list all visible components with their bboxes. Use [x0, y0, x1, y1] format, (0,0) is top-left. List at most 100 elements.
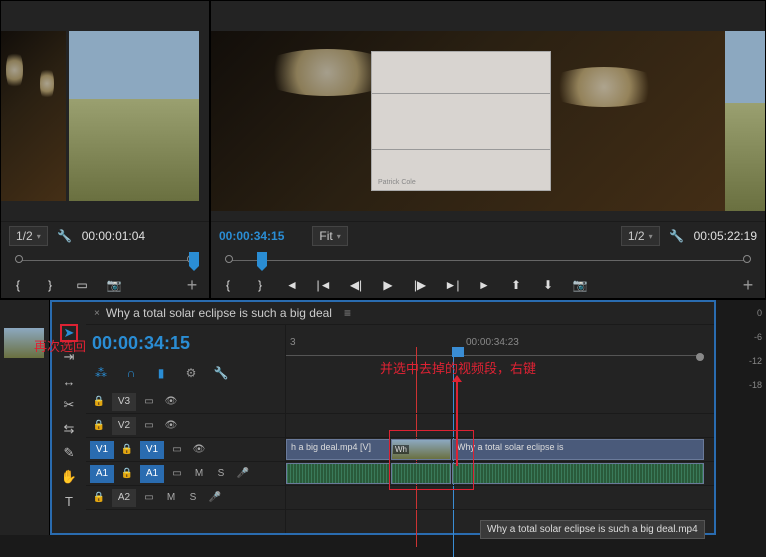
timeline-playhead[interactable] [452, 347, 464, 357]
step-forward-icon[interactable]: |▶ [411, 276, 429, 294]
voiceover-icon[interactable]: 🎤 [234, 468, 252, 479]
wrench-icon[interactable]: 🔧 [668, 227, 686, 245]
track-label[interactable]: A1 [140, 465, 164, 483]
pen-tool-icon[interactable]: ✎ [60, 444, 78, 462]
timeline-tc[interactable]: 00:00:34:15 [92, 331, 279, 362]
mark-in-icon[interactable]: { [9, 276, 27, 294]
lift-icon[interactable]: ⬆ [507, 276, 525, 294]
source-playhead[interactable] [189, 252, 199, 266]
settings-icon[interactable]: ⚙ [182, 364, 200, 382]
toggle-track-icon[interactable]: ▭ [140, 396, 158, 407]
track-target[interactable]: A1 [90, 465, 114, 483]
linked-selection-icon[interactable]: ∩ [122, 364, 140, 382]
next-marker-icon[interactable]: ► [475, 276, 493, 294]
program-tc-current[interactable]: 00:00:34:15 [219, 229, 284, 243]
track-target[interactable]: V1 [90, 441, 114, 459]
ruler-mark: 3 [290, 337, 296, 348]
toggle-track-icon[interactable]: ▭ [168, 444, 186, 455]
lock-icon[interactable]: 🔒 [90, 492, 108, 503]
lane-v1: h a big deal.mp4 [V] Wh Why a total sola… [286, 438, 714, 462]
snap-icon[interactable]: ⁂ [92, 364, 110, 382]
camera-icon[interactable]: 📷 [105, 276, 123, 294]
meter-label: -6 [754, 332, 762, 342]
ruler-mark: 00:00:34:23 [466, 337, 519, 348]
track-content[interactable]: h a big deal.mp4 [V] Wh Why a total sola… [286, 390, 714, 533]
program-zoom-dropdown[interactable]: 1/2 [621, 226, 660, 246]
timeline-end-marker[interactable] [696, 353, 704, 361]
add-icon[interactable]: + [739, 276, 757, 294]
video-clip[interactable]: Wh [391, 439, 451, 460]
eye-icon[interactable]: 👁 [162, 396, 180, 407]
mark-out-icon[interactable]: } [251, 276, 269, 294]
voiceover-icon[interactable]: 🎤 [206, 492, 224, 503]
lock-icon[interactable]: 🔒 [118, 468, 136, 479]
mute-button[interactable]: M [162, 492, 180, 503]
type-tool-icon[interactable]: T [60, 492, 78, 510]
source-tc-in[interactable]: 00:00:01:04 [82, 229, 145, 243]
track-label[interactable]: V3 [112, 393, 136, 411]
annotation-arrow [456, 376, 458, 466]
track-label[interactable]: V1 [140, 441, 164, 459]
solo-button[interactable]: S [212, 468, 230, 479]
mute-button[interactable]: M [190, 468, 208, 479]
add-icon[interactable]: + [183, 276, 201, 294]
source-monitor: 1/2 🔧 00:00:01:04 { } ▭ 📷 + [0, 0, 210, 299]
audio-clip[interactable] [286, 463, 390, 484]
program-transport: { } ◄ |◄ ◀| ▶ |▶ ►| ► ⬆ ⬇ 📷 + [211, 272, 765, 298]
toggle-track-icon[interactable]: ▭ [140, 420, 158, 431]
track-header-v3[interactable]: 🔒 V3 ▭ 👁 [86, 390, 285, 414]
toggle-track-icon[interactable]: ▭ [140, 492, 158, 503]
timeline-panel: ➤ ⇥ ↔ ✂ ⇆ ✎ ✋ T × Why a total solar ecli… [50, 300, 716, 535]
go-to-in-icon[interactable]: |◄ [315, 276, 333, 294]
program-fit-dropdown[interactable]: Fit [312, 226, 347, 246]
source-viewer[interactable] [1, 1, 209, 221]
program-viewer[interactable]: Patrick Cole [211, 1, 765, 221]
video-clip[interactable]: h a big deal.mp4 [V] [286, 439, 390, 460]
play-icon[interactable]: ▶ [379, 276, 397, 294]
hand-tool-icon[interactable]: ✋ [60, 468, 78, 486]
program-playhead[interactable] [257, 252, 267, 266]
solo-button[interactable]: S [184, 492, 202, 503]
sequence-tab[interactable]: × Why a total solar eclipse is such a bi… [86, 302, 714, 325]
slip-tool-icon[interactable]: ⇆ [60, 420, 78, 438]
step-back-icon[interactable]: ◀| [347, 276, 365, 294]
close-tab-icon[interactable]: × [94, 308, 100, 319]
source-ruler[interactable] [9, 250, 201, 272]
camera-icon[interactable]: 📷 [571, 276, 589, 294]
track-label[interactable]: V2 [112, 417, 136, 435]
go-to-out-icon[interactable]: ►| [443, 276, 461, 294]
mark-in-icon[interactable]: { [219, 276, 237, 294]
lock-icon[interactable]: 🔒 [118, 444, 136, 455]
meter-label: -12 [749, 356, 762, 366]
wrench-icon[interactable]: 🔧 [212, 364, 230, 382]
eye-icon[interactable]: 👁 [190, 444, 208, 455]
audio-clip[interactable] [452, 463, 704, 484]
program-tc-out[interactable]: 00:05:22:19 [694, 229, 757, 243]
toggle-track-icon[interactable]: ▭ [168, 468, 186, 479]
lane-v2 [286, 414, 714, 438]
lane-a1 [286, 462, 714, 486]
razor-tool-icon[interactable]: ✂ [60, 396, 78, 414]
video-clip[interactable]: Why a total solar eclipse is [452, 439, 704, 460]
ripple-tool-icon[interactable]: ↔ [60, 372, 78, 390]
track-header-v1[interactable]: V1 🔒 V1 ▭ 👁 [86, 438, 285, 462]
source-zoom-dropdown[interactable]: 1/2 [9, 226, 48, 246]
track-header-a2[interactable]: 🔒 A2 ▭ M S 🎤 [86, 486, 285, 510]
lane-a2 [286, 486, 714, 510]
tab-menu-icon[interactable]: ≡ [344, 306, 351, 320]
eye-icon[interactable]: 👁 [162, 420, 180, 431]
marker-icon[interactable]: ▮ [152, 364, 170, 382]
program-ruler[interactable] [219, 250, 757, 272]
track-header-a1[interactable]: A1 🔒 A1 ▭ M S 🎤 [86, 462, 285, 486]
track-label[interactable]: A2 [112, 489, 136, 507]
track-headers: 🔒 V3 ▭ 👁 🔒 V2 ▭ 👁 V1 🔒 V1 [86, 390, 286, 533]
prev-marker-icon[interactable]: ◄ [283, 276, 301, 294]
wrench-icon[interactable]: 🔧 [56, 227, 74, 245]
overwrite-icon[interactable]: ▭ [73, 276, 91, 294]
audio-clip[interactable] [391, 463, 451, 484]
lock-icon[interactable]: 🔒 [90, 396, 108, 407]
lock-icon[interactable]: 🔒 [90, 420, 108, 431]
extract-icon[interactable]: ⬇ [539, 276, 557, 294]
track-header-v2[interactable]: 🔒 V2 ▭ 👁 [86, 414, 285, 438]
mark-out-icon[interactable]: } [41, 276, 59, 294]
